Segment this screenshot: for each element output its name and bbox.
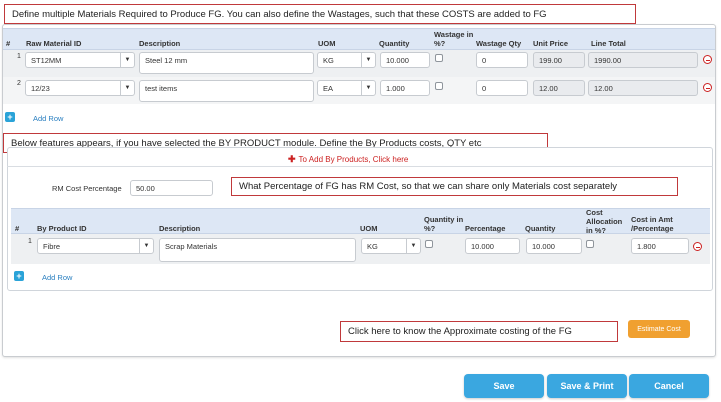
unit-price-field: 12.00 [533, 80, 585, 96]
col-unit-price: Unit Price [533, 39, 569, 48]
add-row-link[interactable]: Add Row [42, 273, 72, 282]
rm-cost-label: RM Cost Percentage [52, 184, 122, 193]
wastage-pct-checkbox[interactable] [435, 54, 443, 62]
cancel-button[interactable]: Cancel [629, 374, 709, 398]
callout-percentage-info: What Percentage of FG has RM Cost, so th… [231, 177, 678, 196]
percentage-field[interactable]: 10.000 [465, 238, 520, 254]
uom-value: EA [323, 83, 334, 93]
add-by-products-text: To Add By Products, Click here [298, 155, 409, 164]
estimate-cost-button[interactable]: Estimate Cost [628, 320, 690, 338]
col-cost-in-amt: Cost in Amt /Percentage [631, 215, 674, 233]
col-percentage: Percentage [465, 224, 506, 233]
by-product-select[interactable]: Fibre ▼ [37, 238, 154, 254]
uom-select[interactable]: EA ▼ [317, 80, 376, 96]
add-row-icon[interactable]: + [5, 112, 15, 122]
quantity-pct-checkbox[interactable] [425, 240, 433, 248]
col-description: Description [139, 39, 181, 48]
raw-material-value: 12/23 [31, 83, 50, 93]
col-quantity: Quantity [379, 39, 410, 48]
delete-row-icon[interactable] [703, 55, 712, 64]
col-cost-allocation: Cost Allocation in %? [586, 208, 623, 235]
uom-value: KG [367, 241, 378, 251]
add-by-products-link[interactable]: ✚ To Add By Products, Click here [288, 154, 408, 165]
description-field[interactable]: Scrap Materials [159, 238, 356, 262]
col-quantity-pct: Quantity in %? [424, 215, 464, 233]
line-total-field: 12.00 [588, 80, 698, 96]
save-print-button[interactable]: Save & Print [547, 374, 627, 398]
uom-select[interactable]: KG ▼ [361, 238, 421, 254]
row-number: 2 [17, 80, 21, 87]
wastage-qty-field[interactable]: 0 [476, 52, 528, 68]
uom-value: KG [323, 55, 334, 65]
col-wastage-qty: Wastage Qty [476, 39, 522, 48]
add-row-link[interactable]: Add Row [33, 114, 63, 123]
callout-text: What Percentage of FG has RM Cost, so th… [239, 181, 618, 192]
add-row-icon[interactable]: + [14, 271, 24, 281]
col-by-product-id: By Product ID [37, 224, 87, 233]
delete-row-icon[interactable] [703, 83, 712, 92]
chevron-down-icon: ▼ [361, 81, 375, 95]
delete-row-icon[interactable] [693, 242, 702, 251]
raw-material-value: ST12MM [31, 55, 62, 65]
row-number: 1 [28, 238, 32, 245]
chevron-down-icon: ▼ [120, 53, 134, 67]
wastage-pct-checkbox[interactable] [435, 82, 443, 90]
line-total-field: 1990.00 [588, 52, 698, 68]
callout-text: Define multiple Materials Required to Pr… [12, 8, 547, 20]
description-field[interactable]: Steel 12 mm [139, 52, 314, 74]
wastage-qty-field[interactable]: 0 [476, 80, 528, 96]
rm-cost-percentage-field[interactable]: 50.00 [130, 180, 213, 196]
quantity-field[interactable]: 10.000 [380, 52, 430, 68]
plus-icon: ✚ [288, 154, 296, 164]
raw-material-select[interactable]: ST12MM ▼ [25, 52, 135, 68]
col-num: # [6, 39, 11, 48]
cost-allocation-checkbox[interactable] [586, 240, 594, 248]
callout-text: Click here to know the Approximate costi… [348, 326, 572, 337]
callout-materials-info: Define multiple Materials Required to Pr… [4, 4, 636, 24]
col-uom: UOM [318, 39, 336, 48]
col-wastage-pct: Wastage in %? [434, 30, 474, 48]
row-number: 1 [17, 53, 21, 60]
chevron-down-icon: ▼ [406, 239, 420, 253]
chevron-down-icon: ▼ [120, 81, 134, 95]
chevron-down-icon: ▼ [139, 239, 153, 253]
divider [7, 166, 713, 167]
uom-select[interactable]: KG ▼ [317, 52, 376, 68]
col-line-total: Line Total [591, 39, 626, 48]
description-field[interactable]: test items [139, 80, 314, 102]
unit-price-field: 199.00 [533, 52, 585, 68]
quantity-field[interactable]: 10.000 [526, 238, 582, 254]
quantity-field[interactable]: 1.000 [380, 80, 430, 96]
col-num: # [15, 224, 20, 233]
raw-material-select[interactable]: 12/23 ▼ [25, 80, 135, 96]
cost-in-amt-field[interactable]: 1.800 [631, 238, 689, 254]
by-product-value: Fibre [43, 241, 61, 251]
col-description: Description [159, 224, 201, 233]
save-button[interactable]: Save [464, 374, 544, 398]
callout-costing-info: Click here to know the Approximate costi… [340, 321, 618, 342]
col-raw-material-id: Raw Material ID [26, 39, 82, 48]
col-uom: UOM [360, 224, 378, 233]
col-quantity: Quantity [525, 224, 556, 233]
chevron-down-icon: ▼ [361, 53, 375, 67]
